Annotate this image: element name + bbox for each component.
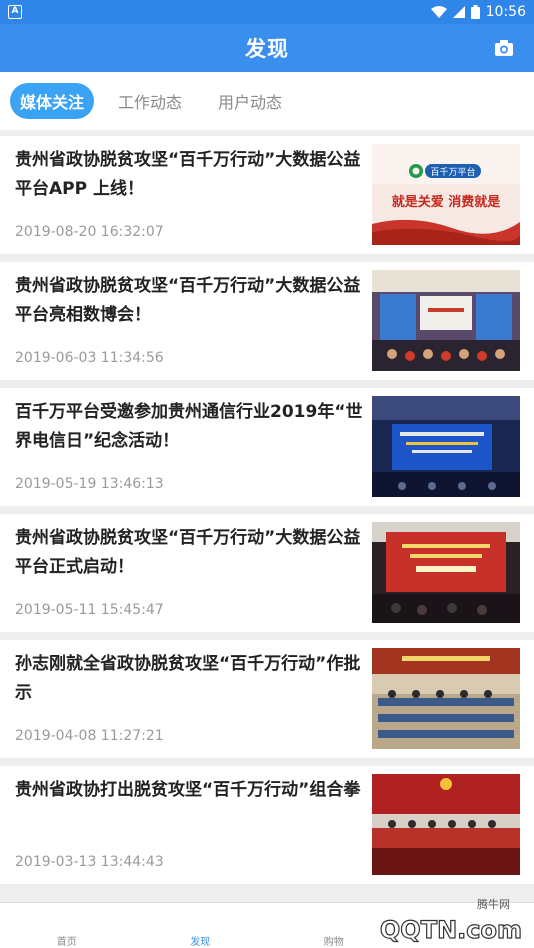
thumb-logo-text: 百千万平台 [430, 166, 475, 178]
article-list: 贵州省政协脱贫攻坚“百千万行动”大数据公益平台APP 上线！ 2019-08-2… [0, 136, 534, 892]
article-title: 百千万平台受邀参加贵州通信行业2019年“世界电信日”纪念活动！ [15, 402, 363, 451]
tab-media[interactable]: 媒体关注 [10, 83, 95, 119]
article-thumbnail [372, 648, 520, 749]
tabbar-discover[interactable]: 发现 [134, 903, 268, 948]
site-watermark: 腾牛网 QQTN.com [326, 894, 526, 945]
watermark-site-name: 腾牛网 [477, 898, 510, 911]
article-thumbnail [372, 774, 520, 875]
article-date: 2019-03-13 13:44:43 [15, 854, 164, 870]
article-date: 2019-05-19 13:46:13 [15, 476, 164, 492]
list-item[interactable]: 贵州省政协脱贫攻坚“百千万行动”大数据公益平台APP 上线！ 2019-08-2… [0, 136, 534, 254]
list-item[interactable]: 贵州省政协打出脱贫攻坚“百千万行动”组合拳 2019-03-13 13:44:4… [0, 766, 534, 884]
list-item[interactable]: 贵州省政协脱贫攻坚“百千万行动”大数据公益平台亮相数博会！ 2019-06-03… [0, 262, 534, 380]
article-title: 贵州省政协脱贫攻坚“百千万行动”大数据公益平台正式启动！ [15, 528, 361, 577]
list-item[interactable]: 孙志刚就全省政协脱贫攻坚“百千万行动”作批示 2019-04-08 11:27:… [0, 640, 534, 758]
article-title: 贵州省政协脱贫攻坚“百千万行动”大数据公益平台APP 上线！ [15, 150, 361, 199]
clock: 10:56 [485, 4, 526, 20]
article-thumbnail [372, 270, 520, 371]
article-title: 孙志刚就全省政协脱贫攻坚“百千万行动”作批示 [15, 654, 361, 703]
article-date: 2019-06-03 11:34:56 [15, 350, 164, 366]
thumb-slogan: 就是关爱 消费就是 [392, 194, 502, 210]
list-item[interactable]: 贵州省政协脱贫攻坚“百千万行动”大数据公益平台正式启动！ 2019-05-11 … [0, 514, 534, 632]
signal-icon [452, 6, 465, 18]
wifi-icon [430, 6, 447, 18]
article-date: 2019-08-20 16:32:07 [15, 224, 164, 240]
category-tabs: 媒体关注 工作动态 用户动态 [0, 72, 534, 130]
page-title: 发现 [245, 37, 289, 61]
article-date: 2019-04-08 11:27:21 [15, 728, 164, 744]
article-thumbnail [372, 522, 520, 623]
article-date: 2019-05-11 15:45:47 [15, 602, 164, 618]
app-header: 发现 [0, 24, 534, 72]
status-bar: A 10:56 [0, 0, 534, 24]
tab-work[interactable]: 工作动态 [118, 83, 182, 119]
tabbar-home[interactable]: 首页 [0, 903, 134, 948]
tab-user[interactable]: 用户动态 [218, 83, 282, 119]
notification-icon: A [8, 5, 22, 19]
article-thumbnail: 百千万平台 就是关爱 消费就是 [372, 144, 520, 245]
article-title: 贵州省政协脱贫攻坚“百千万行动”大数据公益平台亮相数博会！ [15, 276, 361, 325]
article-thumbnail [372, 396, 520, 497]
camera-icon[interactable] [494, 38, 514, 58]
list-item[interactable]: 百千万平台受邀参加贵州通信行业2019年“世界电信日”纪念活动！ 2019-05… [0, 388, 534, 506]
article-title: 贵州省政协打出脱贫攻坚“百千万行动”组合拳 [15, 780, 361, 800]
battery-icon [470, 5, 480, 19]
watermark-logo-text: QQTN.com [380, 916, 522, 944]
